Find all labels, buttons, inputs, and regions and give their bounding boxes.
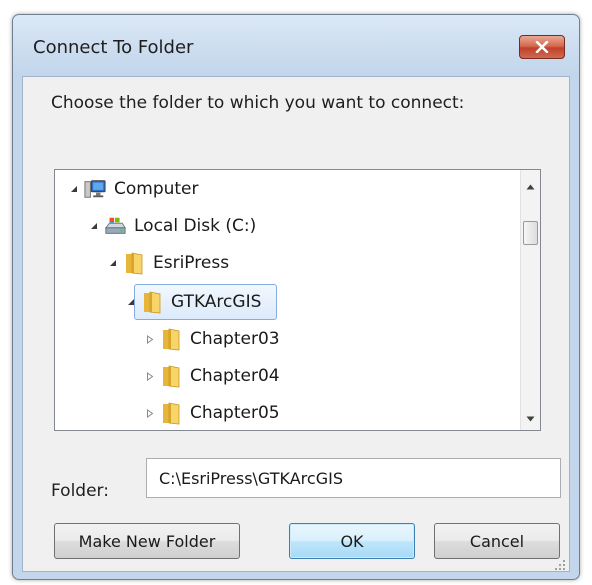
connect-to-folder-dialog: Connect To Folder Choose the folder to w… — [12, 14, 580, 580]
tree-node-label: GTKArcGIS — [171, 292, 262, 312]
folder-icon — [160, 327, 182, 351]
collapsed-arrow-icon[interactable] — [144, 333, 156, 345]
folder-icon — [141, 290, 163, 314]
cancel-button[interactable]: Cancel — [434, 523, 560, 559]
window-title: Connect To Folder — [33, 37, 194, 58]
scroll-down-button[interactable] — [521, 406, 540, 426]
title-bar[interactable]: Connect To Folder — [13, 15, 579, 75]
tree-vertical-scrollbar[interactable] — [520, 170, 540, 430]
resize-grip-icon[interactable] — [554, 556, 566, 570]
collapsed-arrow-icon[interactable] — [144, 407, 156, 419]
expanded-arrow-icon[interactable] — [125, 296, 137, 308]
tree-node-label: Chapter04 — [190, 366, 280, 386]
scroll-up-arrow-icon — [526, 175, 535, 194]
folder-tree[interactable]: Computer Local Disk (C:) EsriPress GTKAr… — [54, 169, 541, 431]
folder-icon — [123, 251, 145, 275]
expanded-arrow-icon[interactable] — [88, 220, 100, 232]
close-button[interactable] — [519, 35, 565, 59]
folder-field-label: Folder: — [51, 481, 109, 501]
scroll-thumb[interactable] — [523, 221, 538, 245]
scroll-up-button[interactable] — [521, 174, 540, 194]
tree-node-esripress[interactable]: EsriPress — [107, 246, 229, 280]
expanded-arrow-icon[interactable] — [107, 257, 119, 269]
folder-icon — [160, 364, 182, 388]
local-disk-icon — [104, 214, 126, 238]
collapsed-arrow-icon[interactable] — [144, 370, 156, 382]
tree-node-label: Chapter03 — [190, 329, 280, 349]
folder-path-input[interactable] — [146, 458, 561, 498]
tree-node-chapter03[interactable]: Chapter03 — [144, 322, 280, 356]
tree-node-local-disk[interactable]: Local Disk (C:) — [88, 209, 256, 243]
tree-node-chapter04[interactable]: Chapter04 — [144, 359, 280, 393]
expanded-arrow-icon[interactable] — [68, 183, 80, 195]
tree-node-chapter05[interactable]: Chapter05 — [144, 396, 280, 430]
computer-icon — [84, 177, 106, 201]
tree-node-computer[interactable]: Computer — [68, 172, 199, 206]
tree-node-gtkarcgis[interactable]: GTKArcGIS — [125, 285, 261, 319]
scroll-down-arrow-icon — [526, 407, 535, 426]
folder-icon — [160, 401, 182, 425]
tree-node-label: EsriPress — [153, 253, 230, 273]
tree-node-label: Local Disk (C:) — [134, 216, 257, 236]
dialog-body: Choose the folder to which you want to c… — [22, 76, 570, 572]
make-new-folder-button[interactable]: Make New Folder — [54, 523, 240, 559]
dialog-prompt: Choose the folder to which you want to c… — [51, 93, 465, 113]
tree-node-label: Computer — [114, 179, 199, 199]
close-x-icon — [535, 41, 549, 53]
ok-button[interactable]: OK — [289, 523, 415, 559]
tree-node-label: Chapter05 — [190, 403, 280, 423]
